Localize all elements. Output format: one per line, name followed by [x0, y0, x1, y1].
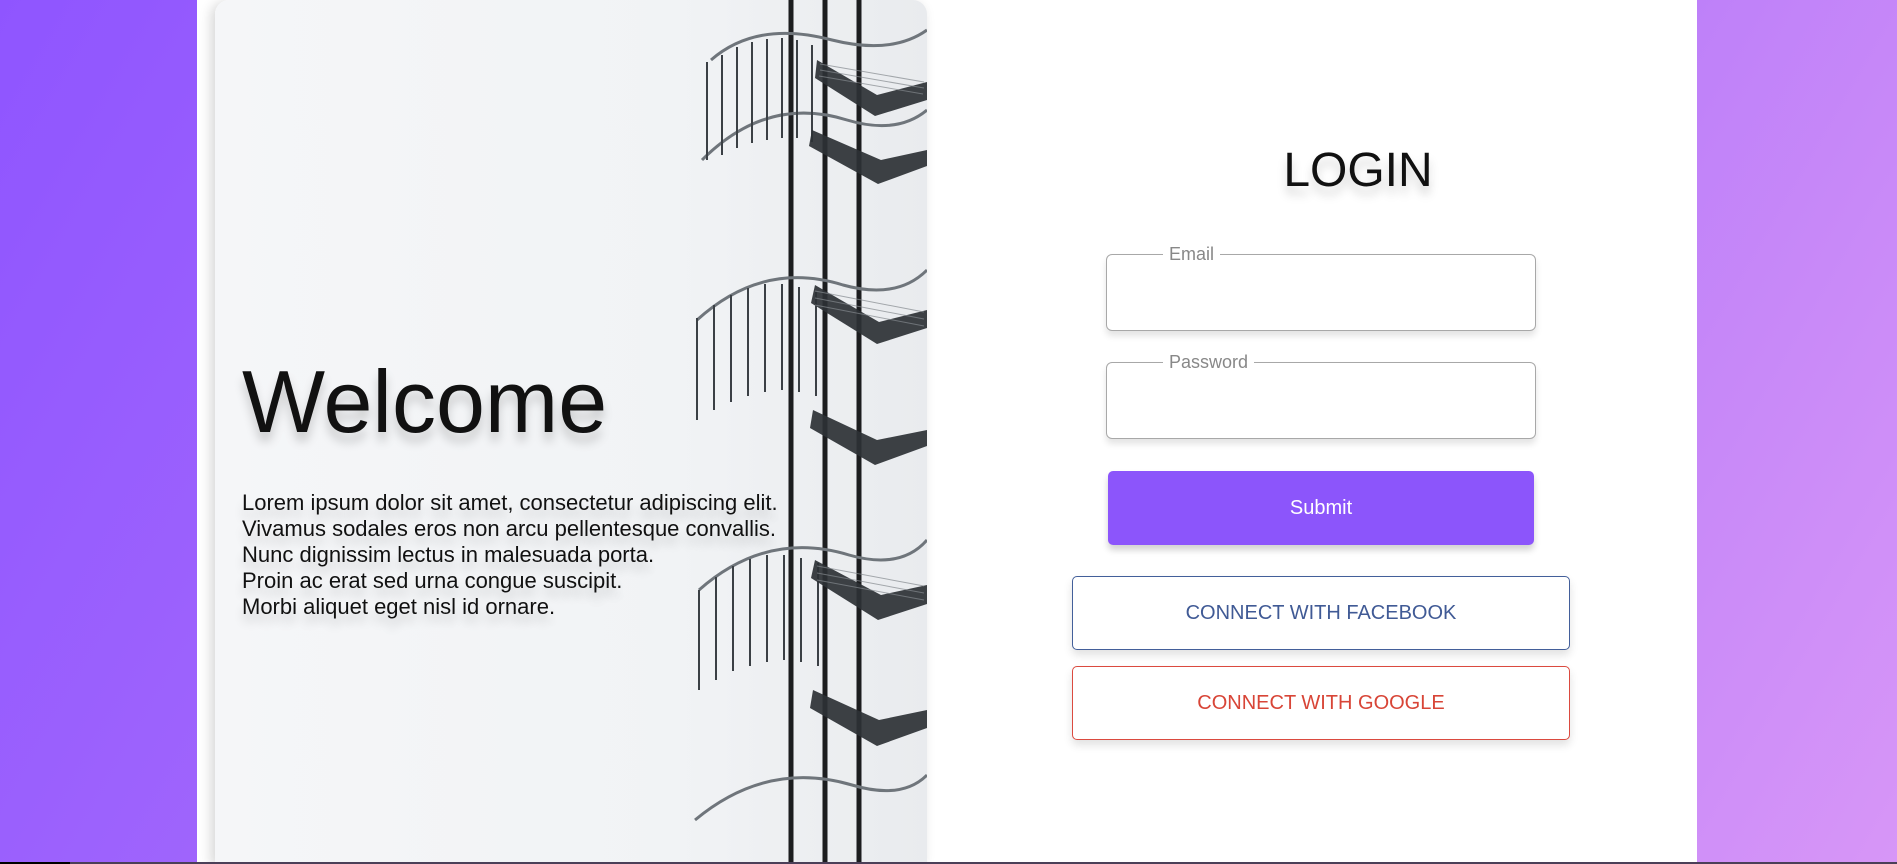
description-line: Lorem ipsum dolor sit amet, consectetur … — [242, 490, 778, 515]
password-input[interactable] — [1107, 363, 1535, 438]
description-line: Proin ac erat sed urna congue suscipit. — [242, 568, 623, 593]
welcome-description: Lorem ipsum dolor sit amet, consectetur … — [242, 490, 832, 620]
connect-with-facebook-button[interactable]: CONNECT WITH FACEBOOK — [1072, 576, 1570, 650]
description-line: Vivamus sodales eros non arcu pellentesq… — [242, 516, 777, 541]
email-input[interactable] — [1107, 255, 1535, 330]
connect-with-google-button[interactable]: CONNECT WITH GOOGLE — [1072, 666, 1570, 740]
welcome-heading: Welcome — [242, 352, 608, 451]
login-title: LOGIN — [1283, 144, 1433, 197]
spiral-staircase-image — [694, 0, 927, 864]
login-page-card: Welcome Lorem ipsum dolor sit amet, cons… — [197, 0, 1697, 864]
description-line: Morbi aliquet eget nisl id ornare. — [242, 594, 556, 619]
password-field[interactable]: Password — [1106, 352, 1536, 439]
submit-button[interactable]: Submit — [1108, 471, 1534, 545]
description-line: Nunc dignissim lectus in malesuada porta… — [242, 542, 655, 567]
email-field[interactable]: Email — [1106, 244, 1536, 331]
welcome-hero-panel: Welcome Lorem ipsum dolor sit amet, cons… — [215, 0, 927, 864]
